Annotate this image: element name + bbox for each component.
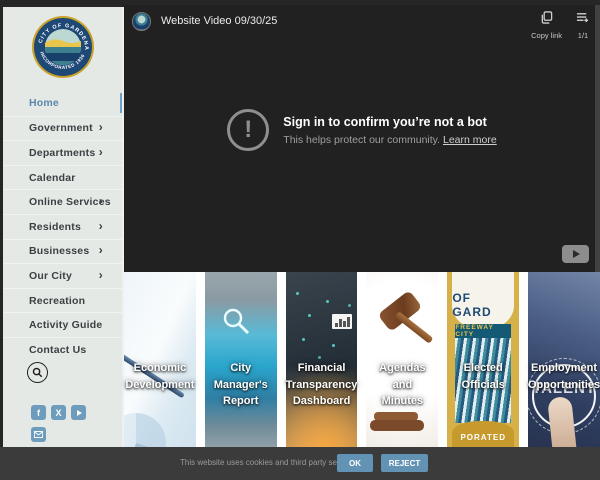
signin-notice-text: Sign in to confirm you’re not a bot This…	[283, 115, 496, 146]
video-title[interactable]: Website Video 09/30/25	[161, 15, 277, 27]
playlist-icon	[576, 11, 590, 24]
playlist-button[interactable]: 1/1	[576, 11, 590, 40]
facebook-button[interactable]: f	[31, 405, 46, 420]
seal-bottom-text: PORATED	[460, 433, 506, 442]
sidebar-item-calendar[interactable]: Calendar	[3, 165, 123, 190]
copy-icon	[540, 11, 553, 24]
sidebar-item-label: Activity Guide	[29, 319, 102, 331]
sidebar-item-contact-us[interactable]: Contact Us	[3, 337, 123, 362]
x-twitter-button[interactable]: X	[51, 405, 66, 420]
pie-chart-graphic	[124, 413, 166, 447]
youtube-play-icon	[573, 250, 580, 258]
youtube-logo-button[interactable]	[562, 245, 589, 263]
sidebar-item-label: Calendar	[29, 172, 76, 184]
sidebar-item-label: Our City	[29, 270, 72, 282]
youtube-button[interactable]	[71, 405, 86, 420]
chevron-right-icon: ›	[99, 243, 103, 257]
sidebar-item-our-city[interactable]: Our City ›	[3, 263, 123, 288]
chevron-right-icon: ›	[99, 219, 103, 233]
email-icon	[34, 431, 43, 438]
youtube-icon	[77, 410, 82, 416]
cookie-banner: This website uses cookies and third part…	[0, 447, 600, 480]
alert-circle-icon: !	[227, 109, 269, 151]
magnifier-graphic	[221, 306, 251, 336]
signin-notice: ! Sign in to confirm you’re not a bot Th…	[124, 109, 600, 151]
card-economic-development[interactable]: Economic Development	[124, 272, 196, 447]
signin-body: This helps protect our community.	[283, 134, 440, 146]
video-scrollbar[interactable]	[595, 5, 600, 272]
search-button[interactable]	[27, 362, 48, 383]
copy-link-button[interactable]: Copy link	[531, 11, 562, 40]
sidebar-item-activity-guide[interactable]: Activity Guide	[3, 312, 123, 337]
facebook-icon: f	[37, 408, 40, 418]
signin-title: Sign in to confirm you’re not a bot	[283, 115, 496, 129]
sidebar-item-label: Home	[29, 97, 59, 109]
chevron-right-icon: ›	[99, 120, 103, 134]
learn-more-link[interactable]: Learn more	[443, 134, 497, 146]
sidebar-item-label: Contact Us	[29, 344, 86, 356]
sidebar-item-label: Government	[29, 122, 93, 134]
sidebar-menu: Home Government › Departments › Calendar…	[3, 91, 123, 362]
cookie-message: This website uses cookies and third part…	[180, 458, 360, 467]
chart-thumbnail-graphic	[332, 314, 352, 329]
email-button[interactable]	[31, 427, 46, 442]
x-twitter-icon: X	[55, 408, 61, 418]
chevron-right-icon: ›	[99, 145, 103, 159]
agendas-minutes-image	[366, 272, 438, 447]
sidebar-item-businesses[interactable]: Businesses ›	[3, 239, 123, 264]
talent-background-text: TALENT	[532, 380, 596, 397]
alert-glyph: !	[244, 116, 252, 144]
sidebar-item-residents[interactable]: Residents ›	[3, 214, 123, 239]
sidebar-item-recreation[interactable]: Recreation	[3, 288, 123, 313]
cookie-reject-button[interactable]: REJECT	[381, 454, 428, 472]
chevron-right-icon: ›	[99, 268, 103, 282]
sidebar-item-label: Residents	[29, 221, 81, 233]
video-header: Website Video 09/30/25	[124, 5, 600, 39]
sidebar-item-label: Businesses	[29, 245, 89, 257]
employment-opportunities-image: TALENT	[528, 272, 600, 447]
seal-top-text: OF GARD	[452, 291, 514, 319]
cookie-ok-button[interactable]: OK	[337, 454, 373, 472]
sidebar-item-government[interactable]: Government ›	[3, 116, 123, 141]
sidebar-item-departments[interactable]: Departments ›	[3, 140, 123, 165]
sidebar-item-online-services[interactable]: Online Services ›	[3, 189, 123, 214]
chevron-right-icon: ›	[99, 194, 103, 208]
card-employment-opportunities[interactable]: TALENT Employment Opportunities	[528, 272, 600, 447]
network-dots-graphic	[296, 292, 299, 295]
quick-links-row: Economic Development City Manager's Repo…	[124, 272, 600, 447]
sidebar-item-home[interactable]: Home	[3, 91, 123, 116]
copy-link-label: Copy link	[531, 31, 562, 40]
sidebar-item-label: Recreation	[29, 295, 85, 307]
card-city-managers-report[interactable]: City Manager's Report	[205, 272, 277, 447]
economic-development-image	[124, 272, 196, 447]
card-agendas-and-minutes[interactable]: Agendas and Minutes	[366, 272, 438, 447]
card-elected-officials[interactable]: OF GARD FREEWAY CITY PORATED Elected Off…	[447, 272, 519, 447]
elected-officials-seal-image: OF GARD FREEWAY CITY PORATED	[447, 272, 519, 447]
city-of-gardena-seal-logo: CITY OF GARDENA INCORPORATED 1930	[31, 15, 95, 79]
social-links-row2	[31, 427, 46, 442]
playlist-index-label: 1/1	[576, 31, 590, 40]
video-player[interactable]: Website Video 09/30/25 Copy link 1/1 ! S…	[124, 5, 600, 272]
search-icon	[32, 367, 43, 378]
sidebar-item-label: Departments	[29, 147, 95, 159]
city-managers-report-image	[205, 272, 277, 447]
social-links: f X	[31, 405, 86, 420]
seal-city-mosaic	[455, 338, 511, 423]
sidebar: CITY OF GARDENA INCORPORATED 1930 Home G…	[3, 7, 123, 447]
pen-graphic	[124, 351, 185, 399]
card-financial-transparency-dashboard[interactable]: Financial Transparency Dashboard	[286, 272, 358, 447]
financial-transparency-image	[286, 272, 358, 447]
seal-mid-text: FREEWAY CITY	[455, 324, 511, 338]
channel-avatar[interactable]	[132, 12, 151, 31]
